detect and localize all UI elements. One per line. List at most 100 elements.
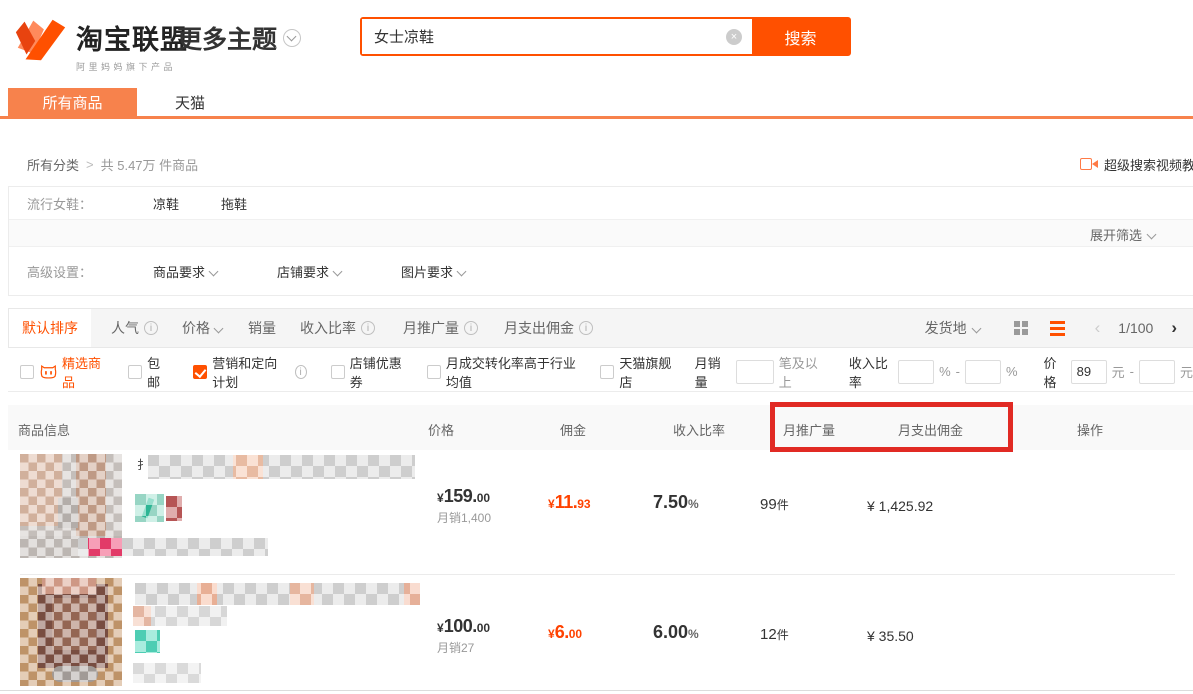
monthly-sales: 月销27: [437, 639, 474, 656]
breadcrumb-row: 所有分类 > 共 5.47万 件商品 超级搜索视频教程: [0, 155, 1193, 175]
search-box: × 搜索: [360, 17, 851, 56]
brand-logo[interactable]: 淘宝联盟 阿里妈妈旗下产品: [12, 14, 188, 73]
income-ratio-min-input[interactable]: [898, 360, 934, 384]
info-icon[interactable]: i: [295, 365, 307, 379]
free-shipping-checkbox[interactable]: [128, 365, 142, 379]
page-indicator: 1/100: [1118, 320, 1153, 336]
sort-price[interactable]: 价格: [182, 318, 222, 338]
sort-popularity[interactable]: 人气 i: [111, 318, 158, 338]
promo-unit: 件: [777, 498, 789, 512]
breadcrumb-category[interactable]: 所有分类: [27, 155, 79, 174]
yuan-sign: 元: [1180, 362, 1193, 381]
next-page-button[interactable]: ›: [1171, 318, 1177, 338]
marketing-plan-label[interactable]: 营销和定向计划: [212, 353, 289, 391]
percent-sign: %: [939, 364, 951, 379]
featured-checkbox[interactable]: [20, 365, 34, 379]
table-row[interactable]: 扌 ¥159.00 月销1,400 ¥11.93 7.50% 99件 ¥ 1,4…: [0, 452, 1193, 574]
grid-view-icon[interactable]: [1014, 321, 1028, 335]
header-monthly-payout: 月支出佣金: [898, 420, 963, 439]
monthly-sales-suffix: 笔及以上: [779, 353, 823, 391]
sort-monthly-payout[interactable]: 月支出佣金 i: [504, 318, 593, 338]
price-max-input[interactable]: [1139, 360, 1175, 384]
sort-default[interactable]: 默认排序: [9, 309, 91, 347]
price-dec: 00: [477, 621, 490, 635]
marketing-plan-checkbox[interactable]: [193, 365, 207, 379]
income-ratio-max-input[interactable]: [965, 360, 1001, 384]
info-icon[interactable]: i: [579, 321, 593, 335]
commission-main: 6.: [555, 622, 569, 642]
sort-monthly-promo[interactable]: 月推广量 i: [403, 318, 478, 338]
income-ratio-cell: 7.50%: [653, 492, 699, 513]
price-filter-label: 价格: [1044, 353, 1066, 391]
free-shipping-label[interactable]: 包邮: [147, 353, 169, 391]
range-dash: -: [956, 364, 960, 379]
table-row[interactable]: ¥100.00 月销27 ¥6.00 6.00% 12件 ¥ 35.50: [0, 575, 1193, 694]
commission-dec: 00: [569, 627, 582, 641]
percent-sign: %: [1006, 364, 1018, 379]
more-topics-menu[interactable]: 更多主题: [177, 20, 301, 56]
chevron-down-icon: [971, 323, 981, 333]
censored-badge-red: [166, 496, 182, 521]
censored-title-bar: [135, 583, 420, 605]
expand-filter-button[interactable]: 展开筛选: [1090, 220, 1155, 248]
filter-option-slippers[interactable]: 拖鞋: [221, 194, 247, 213]
shop-coupon-checkbox[interactable]: [331, 365, 345, 379]
price-min-input[interactable]: [1071, 360, 1107, 384]
monthly-payout-cell: ¥ 1,425.92: [867, 498, 933, 514]
info-icon[interactable]: i: [361, 321, 375, 335]
checkbox-filter-row: 精选商品 包邮 营销和定向计划 i 店铺优惠券 月成交转化率高于行业均值 天猫旗…: [8, 352, 1193, 392]
search-button[interactable]: 搜索: [752, 19, 849, 54]
info-icon[interactable]: i: [464, 321, 478, 335]
ship-from-dropdown[interactable]: 发货地: [925, 318, 980, 338]
result-count: 共 5.47万 件商品: [101, 155, 199, 174]
shop-coupon-label[interactable]: 店铺优惠券: [350, 353, 405, 391]
featured-label[interactable]: 精选商品: [62, 353, 106, 391]
price-main: 100.: [444, 616, 477, 636]
taobao-union-search-page: 淘宝联盟 阿里妈妈旗下产品 更多主题 × 搜索 所有商品 天猫 所有分类 > 共…: [0, 0, 1193, 694]
conversion-label[interactable]: 月成交转化率高于行业均值: [446, 353, 578, 391]
sort-income-ratio[interactable]: 收入比率 i: [300, 318, 375, 338]
search-input[interactable]: [362, 19, 726, 54]
chevron-down-icon: [214, 323, 224, 333]
filter-option-sandals[interactable]: 凉鞋: [153, 194, 179, 213]
info-icon[interactable]: i: [144, 321, 158, 335]
ship-from-label: 发货地: [925, 318, 967, 338]
list-view-icon[interactable]: [1050, 321, 1065, 336]
commission-main: 11.: [555, 492, 578, 512]
currency-symbol: ¥: [548, 627, 555, 641]
monthly-sales-input[interactable]: [736, 360, 774, 384]
conversion-checkbox[interactable]: [427, 365, 441, 379]
monthly-sales-label: 月销量: [695, 353, 728, 391]
tmall-flagship-checkbox[interactable]: [600, 365, 614, 379]
header-monthly-promo: 月推广量: [783, 420, 835, 439]
video-tutorial-label: 超级搜索视频教程: [1104, 155, 1193, 174]
sort-right-controls: 发货地 ‹ 1/100 ›: [925, 318, 1177, 338]
monthly-promo-cell: 99件: [760, 496, 789, 513]
currency-symbol: ¥: [437, 621, 444, 635]
product-requirements-dropdown[interactable]: 商品要求: [153, 262, 217, 281]
promo-qty: 12: [760, 626, 777, 643]
header-price: 价格: [428, 420, 454, 439]
rate-value: 6.00: [653, 622, 688, 642]
censored-title-fragment: 扌: [137, 456, 149, 473]
more-topics-label: 更多主题: [177, 20, 277, 56]
header-product-info: 商品信息: [18, 420, 70, 439]
video-tutorial-link[interactable]: 超级搜索视频教程: [1080, 155, 1193, 174]
currency-symbol: ¥: [437, 491, 444, 505]
yuan-sign: 元: [1112, 362, 1125, 381]
sort-monthly-payout-label: 月支出佣金: [504, 318, 574, 338]
sort-monthly-promo-label: 月推广量: [403, 318, 459, 338]
tmall-flagship-label[interactable]: 天猫旗舰店: [619, 353, 674, 391]
image-requirements-dropdown[interactable]: 图片要求: [401, 262, 465, 281]
shop-requirements-dropdown[interactable]: 店铺要求: [277, 262, 341, 281]
censored-subtitle-bar: [78, 538, 268, 556]
tab-all-products[interactable]: 所有商品: [8, 88, 137, 119]
sort-sales[interactable]: 销量: [248, 318, 276, 338]
popular-filter-label: 流行女鞋：: [27, 194, 111, 213]
bottom-divider: [0, 690, 1193, 691]
header-commission: 佣金: [560, 420, 586, 439]
clear-search-icon[interactable]: ×: [726, 29, 742, 45]
prev-page-button[interactable]: ‹: [1095, 318, 1101, 338]
monthly-sales: 月销1,400: [437, 509, 491, 526]
tab-tmall[interactable]: 天猫: [168, 88, 212, 119]
